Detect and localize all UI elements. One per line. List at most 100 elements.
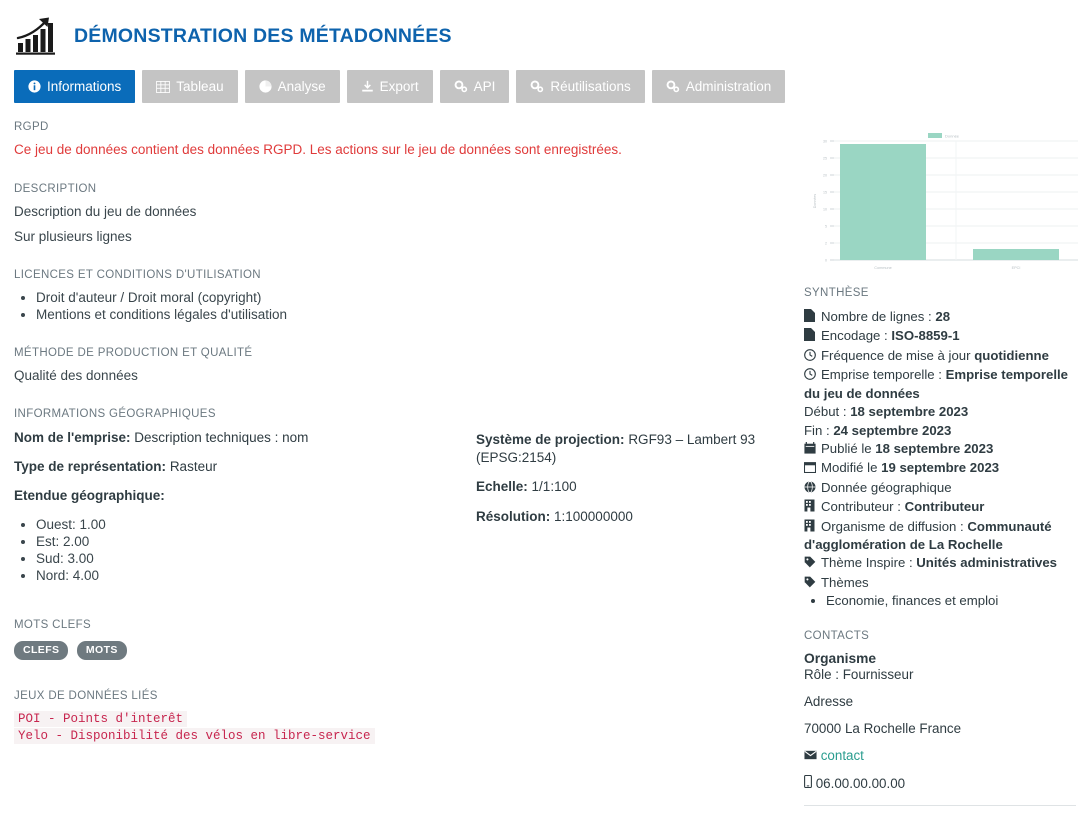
geo-left-column: Nom de l'emprise: Description techniques… bbox=[14, 429, 476, 587]
synthese-label: Fréquence de mise à jour bbox=[821, 347, 975, 363]
synthese-debut: Début : 18 septembre 2023 bbox=[804, 403, 1076, 420]
synthese-label: Fin : bbox=[804, 422, 834, 438]
methode-section: MÉTHODE DE PRODUCTION ET QUALITÉ Qualité… bbox=[14, 347, 800, 383]
side-column: 30 25 20 15 10 5 2 0 Données Commune EPC… bbox=[800, 121, 1088, 822]
tab-analyse[interactable]: Analyse bbox=[244, 70, 340, 103]
bar-commune bbox=[840, 144, 926, 260]
contacts-section: CONTACTS Organisme Rôle : Fournisseur Ad… bbox=[804, 630, 1076, 807]
description-title: DESCRIPTION bbox=[14, 183, 97, 195]
linked-dataset-item[interactable]: POI - Points d'interêt bbox=[14, 710, 188, 727]
synthese-themes: Thèmes bbox=[804, 574, 1076, 592]
info-circle-icon bbox=[28, 80, 41, 93]
description-line: Sur plusieurs lignes bbox=[14, 229, 132, 244]
tab-tableau[interactable]: Tableau bbox=[142, 70, 238, 103]
clock-icon bbox=[804, 367, 818, 384]
envelope-icon bbox=[804, 748, 821, 763]
tab-informations[interactable]: Informations bbox=[14, 70, 136, 103]
keyword-tag[interactable]: CLEFS bbox=[14, 640, 69, 660]
keyword-tag[interactable]: MOTS bbox=[76, 640, 127, 660]
geo-resolution-value: 1:100000000 bbox=[554, 508, 633, 524]
tab-administration[interactable]: Administration bbox=[651, 70, 786, 103]
svg-text:Commune: Commune bbox=[874, 266, 892, 270]
bar-chart-growth-icon bbox=[14, 15, 60, 57]
synthese-frequence: Fréquence de mise à jour quotidienne bbox=[804, 347, 1076, 365]
synthese-value: 28 bbox=[935, 309, 951, 324]
synthese-emprise-temporelle: Emprise temporelle : Emprise temporelle … bbox=[804, 366, 1076, 402]
contact-phone-value: 06.00.00.00.00 bbox=[815, 776, 906, 792]
gears-icon bbox=[454, 80, 468, 93]
geo-nom-emprise: Nom de l'emprise: Description techniques… bbox=[14, 429, 476, 447]
synthese-contributeur: Contributeur : Contributeur bbox=[804, 498, 1076, 516]
synthese-label: Emprise temporelle : bbox=[821, 367, 946, 383]
svg-text:EPCI: EPCI bbox=[1012, 266, 1021, 270]
tab-label: Informations bbox=[47, 79, 122, 94]
tab-label: Export bbox=[379, 79, 419, 94]
list-item: Droit d'auteur / Droit moral (copyright) bbox=[36, 290, 800, 305]
synthese-label: Contributeur : bbox=[821, 499, 905, 515]
synthese-label: Organisme de diffusion : bbox=[821, 518, 968, 534]
geo-right-column: Système de projection: RGF93 – Lambert 9… bbox=[476, 429, 800, 587]
geo-type-representation-value: Rasteur bbox=[169, 459, 218, 475]
synthese-value: ISO-8859-1 bbox=[891, 328, 960, 344]
list-item: Nord: 4.00 bbox=[36, 568, 476, 583]
licences-section: LICENCES ET CONDITIONS D'UTILISATION Dro… bbox=[14, 269, 800, 322]
gears-icon bbox=[530, 80, 544, 93]
synthese-label: Publié le bbox=[821, 440, 876, 456]
synthese-label: Thèmes bbox=[821, 574, 869, 590]
licences-list: Droit d'auteur / Droit moral (copyright)… bbox=[14, 290, 800, 322]
tab-reutilisations[interactable]: Réutilisations bbox=[516, 70, 645, 103]
calendar-icon bbox=[804, 441, 818, 458]
contact-email-link[interactable]: contact bbox=[821, 748, 864, 763]
jeux-lies-section: JEUX DE DONNÉES LIÉS POI - Points d'inte… bbox=[14, 690, 800, 744]
contact-organisme: Organisme bbox=[804, 651, 877, 667]
geo-etendue-label: Etendue géographique: bbox=[14, 488, 165, 504]
contacts-divider bbox=[804, 805, 1076, 807]
rgpd-message: Ce jeu de données contient des données R… bbox=[14, 142, 622, 157]
geo-etendue-list: Ouest: 1.00 Est: 2.00 Sud: 3.00 Nord: 4.… bbox=[14, 517, 476, 583]
tab-label: Analyse bbox=[277, 79, 326, 94]
synthese-publie: Publié le 18 septembre 2023 bbox=[804, 440, 1076, 458]
synthese-value: 18 septembre 2023 bbox=[850, 404, 969, 420]
svg-text:20: 20 bbox=[823, 173, 827, 177]
mots-clefs-section: MOTS CLEFS CLEFS MOTS bbox=[14, 619, 800, 660]
building-icon bbox=[804, 519, 818, 536]
table-icon bbox=[156, 80, 171, 93]
geo-nom-emprise-label: Nom de l'emprise: bbox=[14, 430, 131, 445]
licences-title: LICENCES ET CONDITIONS D'UTILISATION bbox=[14, 269, 261, 281]
svg-text:2: 2 bbox=[825, 241, 827, 245]
geo-type-representation-label: Type de représentation: bbox=[14, 459, 167, 475]
tag-icon bbox=[804, 575, 818, 592]
list-item: Economie, finances et emploi bbox=[826, 593, 1076, 608]
geo-type-representation: Type de représentation: Rasteur bbox=[14, 458, 476, 476]
tab-export[interactable]: Export bbox=[346, 70, 433, 103]
synthese-label: Encodage : bbox=[821, 328, 892, 344]
synthese-nombre-lignes: Nombre de lignes : 28 bbox=[804, 308, 1076, 326]
synthese-label: Nombre de lignes : bbox=[821, 309, 936, 324]
synthese-value: Contributeur bbox=[904, 499, 985, 515]
keyword-tag-list: CLEFS MOTS bbox=[14, 640, 800, 660]
synthese-section: SYNTHÈSE Nombre de lignes : 28 Encodage … bbox=[803, 287, 1076, 608]
synthese-organisme-diffusion: Organisme de diffusion : Communauté d'ag… bbox=[804, 518, 1076, 554]
themes-list: Economie, finances et emploi bbox=[804, 593, 1076, 608]
geo-projection: Système de projection: RGF93 – Lambert 9… bbox=[476, 431, 800, 467]
contact-adresse-value: 70000 La Rochelle France bbox=[804, 721, 962, 737]
linked-dataset-item[interactable]: Yelo - Disponibilité des vélos en libre-… bbox=[14, 727, 375, 744]
tab-label: Tableau bbox=[176, 79, 224, 94]
synthese-value: Unités administratives bbox=[916, 555, 1057, 571]
tab-api[interactable]: API bbox=[439, 70, 510, 103]
synthese-label: Début : bbox=[804, 404, 851, 420]
synthese-fin: Fin : 24 septembre 2023 bbox=[804, 422, 1076, 439]
svg-text:10: 10 bbox=[823, 207, 827, 211]
synthese-label: Modifié le bbox=[821, 460, 882, 476]
geo-nom-emprise-value: Description techniques : nom bbox=[134, 430, 309, 445]
building-icon bbox=[804, 499, 818, 516]
svg-text:0: 0 bbox=[825, 258, 827, 262]
list-item: Est: 2.00 bbox=[36, 534, 476, 549]
download-icon bbox=[361, 80, 374, 93]
svg-text:Donnée: Donnée bbox=[945, 134, 960, 139]
synthese-donnee-geographique: Donnée géographique bbox=[804, 479, 1076, 497]
list-item: Ouest: 1.00 bbox=[36, 517, 476, 532]
file-icon bbox=[804, 328, 818, 345]
methode-text: Qualité des données bbox=[14, 368, 138, 383]
rgpd-title: RGPD bbox=[14, 121, 49, 133]
